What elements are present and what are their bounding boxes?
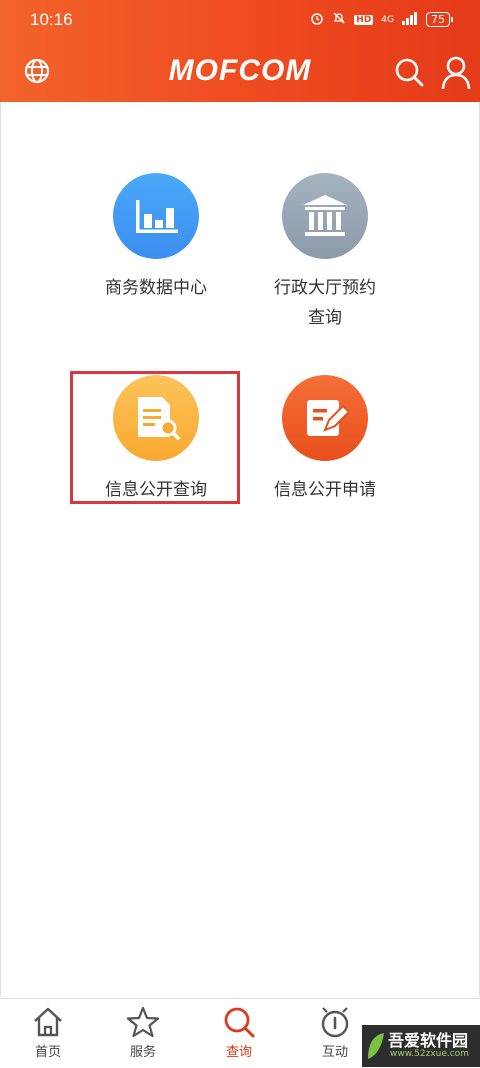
- tile-label: 行政大厅预约 查询: [240, 273, 410, 333]
- home-icon: [34, 1007, 62, 1037]
- mute-bell-icon: [332, 11, 346, 28]
- signal-icon: [402, 11, 418, 28]
- tile-label-line2: 查询: [308, 308, 342, 328]
- user-icon[interactable]: [440, 55, 472, 90]
- watermark-url: www.52zxue.com: [390, 1049, 469, 1059]
- tab-label: 互动: [321, 1045, 348, 1060]
- tab-services[interactable]: 服务: [108, 1005, 178, 1060]
- network-label: 4G: [381, 14, 394, 25]
- status-time: 10:16: [30, 10, 73, 29]
- tab-query[interactable]: 查询: [204, 1005, 274, 1060]
- tab-home[interactable]: 首页: [13, 1005, 83, 1060]
- hd-badge: HD: [354, 14, 374, 25]
- bar-chart-icon: [113, 173, 199, 259]
- government-building-icon: [282, 173, 368, 259]
- watermark: 吾爱软件园 www.52zxue.com: [362, 1025, 480, 1067]
- tile-business-data-center[interactable]: 商务数据中心: [71, 173, 241, 303]
- star-icon: [126, 1006, 160, 1038]
- tile-label-line1: 行政大厅预约: [274, 278, 376, 298]
- status-icons: HD 4G 75: [310, 11, 453, 28]
- tab-interaction[interactable]: 互动: [300, 1005, 370, 1060]
- search-icon: [224, 1007, 255, 1038]
- interact-icon: [321, 1007, 349, 1038]
- status-bar: 10:16 HD 4G 75: [0, 0, 480, 42]
- alarm-icon: [310, 11, 324, 28]
- leaf-logo-icon: [368, 1033, 384, 1059]
- tile-label: 信息公开申请: [274, 480, 376, 500]
- tab-label: 服务: [129, 1045, 156, 1060]
- search-icon[interactable]: [393, 56, 425, 88]
- battery-indicator: 75: [426, 12, 453, 27]
- tab-label: 首页: [34, 1045, 61, 1060]
- tile-label: 商务数据中心: [105, 278, 207, 298]
- watermark-text: 吾爱软件园: [388, 1031, 469, 1050]
- tile-admin-hall-appointment[interactable]: 行政大厅预约 查询: [240, 173, 410, 333]
- app-header: 10:16 HD 4G 75 MOFCOM: [0, 0, 480, 102]
- nav-row: MOFCOM: [0, 52, 480, 92]
- tile-info-disclosure-application[interactable]: 信息公开申请: [240, 375, 410, 505]
- tab-label: 查询: [225, 1045, 252, 1060]
- highlight-box: [70, 371, 240, 504]
- edit-document-icon: [282, 375, 368, 461]
